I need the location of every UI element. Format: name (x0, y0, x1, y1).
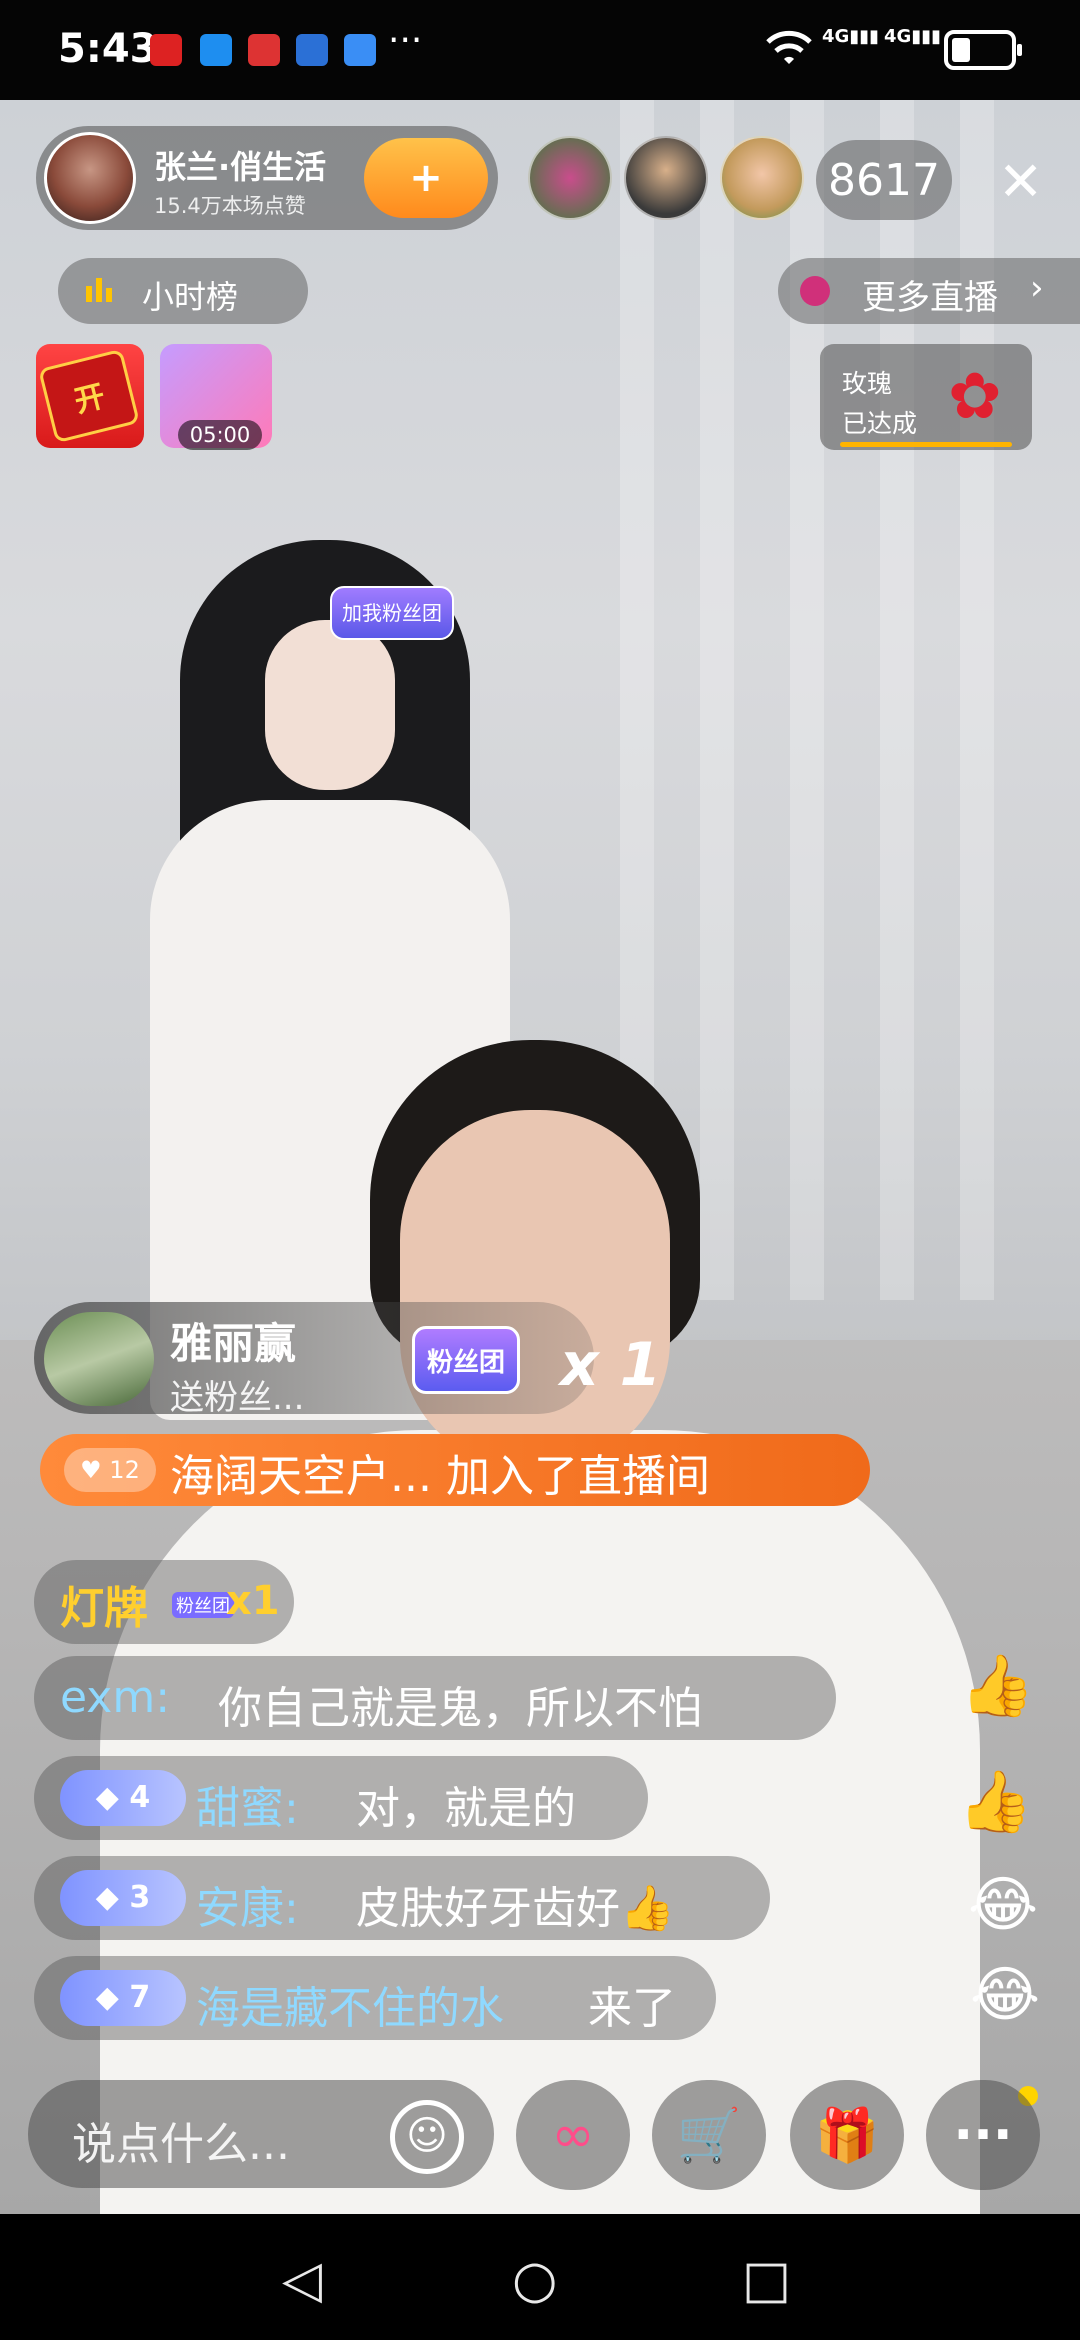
chat-text: 你自己就是鬼，所以不怕 (218, 1683, 702, 1734)
more-notifications-icon: ··· (388, 20, 423, 61)
anchor-avatar[interactable] (44, 132, 136, 224)
rose-progress-bar (840, 442, 1012, 447)
chat-username: exm: (60, 1672, 171, 1723)
anchor-likes: 15.4万本场点赞 (154, 194, 306, 218)
red-packet-icon: 开 (38, 348, 140, 444)
close-icon[interactable]: ✕ (998, 150, 1043, 213)
laughing-reaction-icon: 😂 (968, 1870, 1039, 1940)
status-bar: 5:43 ··· 4G▮▮▮ 4G▮▮▮ (0, 0, 1080, 100)
person-background-face (265, 620, 395, 790)
more-live-label: 更多直播 (862, 278, 998, 318)
link-icon[interactable]: ∞ (516, 2080, 630, 2190)
gift-count: x 1 (560, 1330, 662, 1400)
cellular-signal-2-icon: 4G▮▮▮ (884, 26, 942, 47)
chat-username: 甜蜜: (196, 1783, 299, 1834)
user-level-badge: ♥ 12 (64, 1448, 156, 1492)
notification-app-icon (150, 34, 182, 66)
viewer-count[interactable]: 8617 (816, 140, 952, 220)
rose-icon: ✿ (948, 360, 1002, 434)
thumbs-up-reaction-icon: 👍 (958, 1767, 1033, 1837)
user-level-badge: ◆ 7 (60, 1970, 186, 2026)
cart-icon[interactable]: 🛒 (652, 2080, 766, 2190)
viewer-avatar[interactable] (624, 136, 708, 220)
user-level-badge: ◆ 4 (60, 1770, 186, 1826)
weather-app-icon (344, 34, 376, 66)
chat-username: 灯牌 (60, 1583, 148, 1634)
status-time: 5:43 (58, 26, 158, 72)
comment-placeholder[interactable]: 说点什么... (72, 2108, 290, 2172)
join-message: 海阔天空户... 加入了直播间 (170, 1451, 710, 1502)
huawei-app-icon (248, 34, 280, 66)
bar-chart-icon (86, 278, 112, 302)
fans-club-badge[interactable]: 加我粉丝团 (330, 586, 454, 640)
host-face (400, 1110, 670, 1470)
emoji-icon[interactable]: ☺ (390, 2100, 464, 2174)
gift-sender-avatar[interactable] (44, 1312, 154, 1406)
follow-button[interactable]: + (364, 138, 488, 218)
red-packet-button[interactable]: 开 (36, 344, 144, 448)
chat-text: 来了 (588, 1983, 676, 2034)
live-icon (800, 276, 830, 306)
back-nav-icon[interactable]: ◁ (282, 2250, 322, 2310)
chat-text: 皮肤好牙齿好👍 (356, 1883, 675, 1934)
fans-club-gift-icon: 粉丝团 (412, 1326, 520, 1394)
anchor-name: 张兰·俏生活 (154, 148, 327, 186)
rose-task-title: 玫瑰 (842, 369, 893, 398)
cellular-signal-1-icon: 4G▮▮▮ (822, 26, 880, 47)
message-app-icon (200, 34, 232, 66)
chevron-right-icon: › (1030, 268, 1044, 308)
chat-text: 对，就是的 (356, 1783, 576, 1834)
thumbs-up-reaction-icon: 👍 (960, 1651, 1035, 1721)
gift-text: 送粉丝... (170, 1378, 305, 1418)
more-options-icon[interactable]: ··· (926, 2080, 1040, 2190)
gift-icon[interactable]: 🎁 (790, 2080, 904, 2190)
shield-app-icon (296, 34, 328, 66)
user-level-badge: ◆ 3 (60, 1870, 186, 1926)
chat-username: 安康: (196, 1883, 299, 1934)
fans-club-mini-badge: 粉丝团 (172, 1592, 234, 1618)
chat-text: x1 (226, 1578, 280, 1624)
viewer-avatar[interactable] (528, 136, 612, 220)
home-nav-icon[interactable]: ○ (512, 2250, 557, 2310)
hourly-rank-label: 小时榜 (142, 278, 239, 316)
battery-icon (944, 30, 1022, 70)
gift-sender-name: 雅丽赢 (170, 1319, 297, 1368)
rose-task-status: 已达成 (842, 409, 918, 438)
viewer-avatar[interactable] (720, 136, 804, 220)
chat-username: 海是藏不住的水 (196, 1983, 504, 2034)
wifi-icon (766, 30, 812, 64)
laughing-reaction-icon: 😂 (970, 1960, 1041, 2030)
recent-apps-nav-icon[interactable]: □ (742, 2250, 791, 2310)
gift-timer: 05:00 (178, 420, 262, 450)
